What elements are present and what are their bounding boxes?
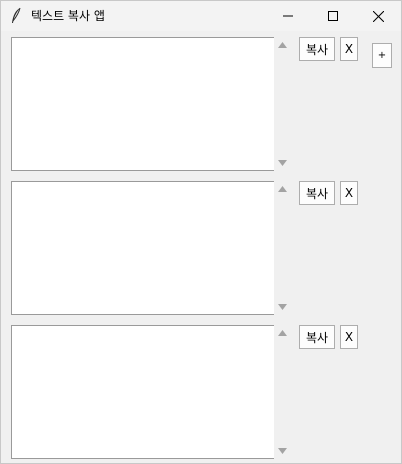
window-title: 텍스트 복사 앱 bbox=[31, 9, 105, 23]
app-window: 텍스트 복사 앱 복사 X + 복사 X 복사 X bbox=[0, 0, 402, 464]
title-bar[interactable]: 텍스트 복사 앱 bbox=[1, 1, 401, 31]
maximize-button[interactable] bbox=[310, 1, 356, 31]
text-area-2[interactable] bbox=[11, 181, 274, 315]
copy-button-3[interactable]: 복사 bbox=[299, 325, 335, 349]
scroll-up-arrow-icon[interactable] bbox=[277, 184, 288, 194]
text-area-1[interactable] bbox=[11, 37, 274, 171]
scroll-up-arrow-icon[interactable] bbox=[277, 40, 288, 50]
scroll-down-arrow-icon[interactable] bbox=[277, 446, 288, 456]
minimize-icon bbox=[283, 11, 293, 21]
add-panel-button[interactable]: + bbox=[372, 43, 392, 68]
scroll-down-arrow-icon[interactable] bbox=[277, 302, 288, 312]
feather-icon bbox=[10, 7, 22, 25]
close-button[interactable] bbox=[355, 1, 401, 31]
scrollbar-1[interactable] bbox=[274, 37, 291, 171]
text-area-3[interactable] bbox=[11, 325, 274, 459]
delete-button-2[interactable]: X bbox=[340, 181, 358, 205]
minimize-button[interactable] bbox=[265, 1, 311, 31]
copy-button-2[interactable]: 복사 bbox=[299, 181, 335, 205]
maximize-icon bbox=[328, 11, 338, 21]
scroll-up-arrow-icon[interactable] bbox=[277, 328, 288, 338]
scrollbar-2[interactable] bbox=[274, 181, 291, 315]
delete-button-1[interactable]: X bbox=[340, 37, 358, 61]
copy-button-1[interactable]: 복사 bbox=[299, 37, 335, 61]
scrollbar-3[interactable] bbox=[274, 325, 291, 459]
close-icon bbox=[372, 10, 384, 22]
scroll-down-arrow-icon[interactable] bbox=[277, 158, 288, 168]
delete-button-3[interactable]: X bbox=[340, 325, 358, 349]
